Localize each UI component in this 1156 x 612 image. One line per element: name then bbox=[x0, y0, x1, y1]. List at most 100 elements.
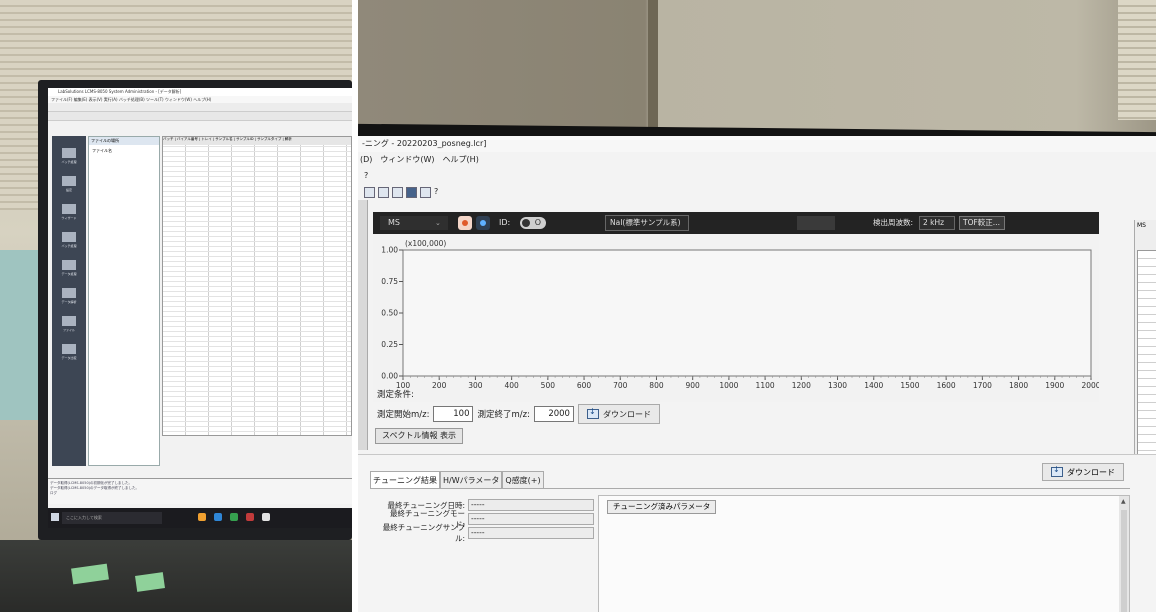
left-app-title: LabSolutions LCMS-8050 System Administra… bbox=[48, 88, 352, 96]
data-analysis-icon[interactable] bbox=[62, 288, 76, 298]
last-tuning-mode-value: ----- bbox=[468, 513, 594, 525]
scroll-up-icon[interactable]: ▲ bbox=[1121, 498, 1126, 505]
window-blinds bbox=[1118, 0, 1156, 120]
negative-ion-button[interactable] bbox=[476, 216, 490, 230]
batch-run-icon[interactable] bbox=[62, 232, 76, 242]
tuning-download-button[interactable]: ダウンロード bbox=[1042, 463, 1124, 481]
plot-area bbox=[402, 249, 1092, 377]
toolbar-1: ? bbox=[358, 168, 1156, 184]
left-toolbar-2[interactable] bbox=[48, 112, 352, 121]
ms-control-bar: MS ⌄ ID: O NaI(標準サンプル系) 検出周波数: 2 kHz TOF… bbox=[373, 212, 1099, 234]
download-button[interactable]: ダウンロード bbox=[577, 404, 660, 424]
x-tick-label: 900 bbox=[686, 381, 701, 390]
compare-icon[interactable] bbox=[62, 344, 76, 354]
x-tick-label: 1800 bbox=[1009, 381, 1028, 390]
x-tick-label: 1900 bbox=[1045, 381, 1064, 390]
tuning-app-window: -ニング - 20220203_posneg.lcr] (D) ウィンドウ(W)… bbox=[358, 136, 1156, 612]
menu-bar: (D) ウィンドウ(W) ヘルプ(H) bbox=[358, 152, 1156, 168]
tool-icon[interactable] bbox=[364, 186, 375, 198]
start-mz-input[interactable]: 100 bbox=[433, 406, 474, 422]
menu-item-d[interactable]: (D) bbox=[360, 152, 372, 168]
tuned-parameters-button[interactable]: チューニング済みパラメータ bbox=[607, 500, 717, 514]
windows-taskbar: ここに入力して検索 bbox=[48, 508, 352, 528]
app-icon[interactable] bbox=[246, 513, 254, 521]
x-tick-label: 200 bbox=[432, 381, 447, 390]
x-tick-label: 1200 bbox=[792, 381, 811, 390]
desk-surface bbox=[0, 540, 352, 612]
data-process-icon[interactable] bbox=[62, 260, 76, 270]
sidebar-label: ウィザード bbox=[61, 216, 77, 220]
disabled-button[interactable] bbox=[797, 216, 835, 230]
end-mz-input[interactable]: 2000 bbox=[533, 406, 574, 422]
batch-icon[interactable] bbox=[62, 148, 76, 158]
sample-select[interactable]: NaI(標準サンプル系) bbox=[605, 215, 689, 231]
last-tuning-sample-label: 最終チューニングサンプル: bbox=[382, 523, 465, 543]
x-tick-label: 800 bbox=[649, 381, 664, 390]
download-icon bbox=[586, 407, 599, 419]
spectrum-chart[interactable]: 100 200 300 400 500 600 700 800 900 1000 1100 1200 1… bbox=[373, 234, 1099, 402]
file-tree-header: ファイルの場所 bbox=[89, 137, 159, 145]
message-pane: データ取得(LCMS-8050)の初期化が完了しました。 データ取得(LCMS-… bbox=[48, 478, 352, 504]
tool-icon[interactable] bbox=[420, 186, 431, 198]
scroll-thumb[interactable] bbox=[1121, 510, 1127, 612]
download-label: ダウンロード bbox=[602, 409, 651, 419]
tab-hw-parameters[interactable]: H/Wパラメータ bbox=[440, 471, 503, 489]
tab-tuning-results[interactable]: チューニング結果 bbox=[370, 471, 440, 489]
x-tick-label: 2000 bbox=[1081, 381, 1099, 390]
background-wall bbox=[358, 0, 1156, 140]
id-toggle[interactable]: O bbox=[520, 217, 546, 229]
spectrum-info-button[interactable]: スペクトル情報 表示 bbox=[375, 428, 463, 444]
wizard-icon[interactable] bbox=[62, 204, 76, 214]
x-tick-label: 400 bbox=[504, 381, 519, 390]
sidebar-label: バッチ処理 bbox=[61, 160, 77, 164]
y-tick-label: 0.25 bbox=[381, 340, 398, 349]
tuned-parameters-box[interactable]: チューニング済みパラメータ ▲ bbox=[598, 495, 1130, 612]
x-tick-label: 1400 bbox=[864, 381, 883, 390]
y-tick-label: 0.00 bbox=[381, 372, 398, 381]
left-photo: LabSolutions LCMS-8050 System Administra… bbox=[0, 0, 352, 612]
tab-q-sensitivity[interactable]: Q感度(+) bbox=[502, 471, 544, 489]
file-tree-item[interactable]: ファイル名 bbox=[89, 145, 159, 157]
menu-item-window[interactable]: ウィンドウ(W) bbox=[380, 152, 434, 168]
file-icon[interactable] bbox=[62, 316, 76, 326]
x-tick-label: 1000 bbox=[719, 381, 738, 390]
vertical-scrollbar[interactable]: ▲ bbox=[1119, 496, 1129, 612]
x-tick-label: 1100 bbox=[756, 381, 775, 390]
file-tree-panel[interactable]: ファイルの場所 ファイル名 bbox=[88, 136, 160, 466]
toggle-state: O bbox=[534, 218, 541, 227]
windows-start-icon[interactable] bbox=[51, 513, 59, 521]
tool-icon[interactable] bbox=[378, 186, 389, 198]
download-icon bbox=[1051, 465, 1063, 477]
tool-icon[interactable] bbox=[406, 186, 417, 198]
folder-icon[interactable] bbox=[198, 513, 206, 521]
help-icon[interactable]: ? bbox=[434, 184, 438, 200]
frequency-label: 検出周波数: bbox=[873, 218, 914, 227]
frequency-select[interactable]: 2 kHz bbox=[919, 216, 955, 230]
left-toolbar-1[interactable] bbox=[48, 103, 352, 112]
last-tuning-sample-row: 最終チューニングサンプル: ----- bbox=[380, 523, 594, 543]
id-label: ID: bbox=[499, 218, 511, 227]
tuning-tabs: チューニング結果 H/Wパラメータ Q感度(+) bbox=[370, 471, 544, 489]
help-icon[interactable]: ? bbox=[364, 168, 368, 184]
batch-table[interactable]: バッチ | バイアル番号 | トレイ | サンプル名 | サンプルID | サン… bbox=[162, 136, 352, 436]
menu-item-help[interactable]: ヘルプ(H) bbox=[443, 152, 479, 168]
y-tick-label: 0.75 bbox=[381, 277, 398, 286]
x-tick-label: 1300 bbox=[828, 381, 847, 390]
taskbar-search-box[interactable]: ここに入力して検索 bbox=[62, 512, 162, 524]
toolbar-2: ? bbox=[358, 184, 1156, 200]
settings-icon[interactable] bbox=[62, 176, 76, 186]
positive-ion-button[interactable] bbox=[458, 216, 472, 230]
left-menu-bar[interactable]: ファイル(F) 編集(E) 表示(V) 実行(A) バッチ処理(B) ツール(T… bbox=[48, 96, 352, 103]
tool-icon[interactable] bbox=[392, 186, 403, 198]
app-icon[interactable] bbox=[230, 513, 238, 521]
sidebar-label: 設定 bbox=[65, 188, 72, 192]
left-gutter bbox=[358, 200, 368, 450]
right-photo: -ニング - 20220203_posneg.lcr] (D) ウィンドウ(W)… bbox=[358, 0, 1156, 612]
tof-calibration-button[interactable]: TOF較正... bbox=[959, 216, 1005, 230]
app-icon[interactable] bbox=[262, 513, 270, 521]
edge-icon[interactable] bbox=[214, 513, 222, 521]
left-monitor-screen: LabSolutions LCMS-8050 System Administra… bbox=[48, 88, 352, 528]
y-tick-label: 1.00 bbox=[381, 246, 398, 255]
spectrum-plot: 100 200 300 400 500 600 700 800 900 1000 1100 1200 1… bbox=[381, 239, 1099, 390]
batch-table-header: バッチ | バイアル番号 | トレイ | サンプル名 | サンプルID | サン… bbox=[163, 137, 351, 145]
